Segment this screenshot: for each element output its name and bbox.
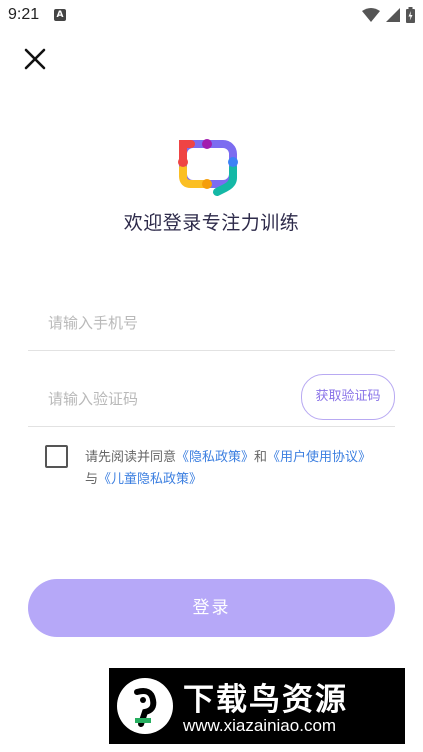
system-icons (362, 7, 415, 23)
status-time: 9:21 (8, 6, 40, 23)
wifi-icon (362, 8, 380, 22)
welcome-title: 欢迎登录专注力训练 (123, 212, 300, 234)
watermark: 下载鸟资源 www.xiazainiao.com (109, 668, 405, 744)
agreement-with: 与 (85, 472, 99, 487)
agreement-and: 和 (254, 450, 268, 465)
status-bar: 9:21 A (0, 0, 423, 30)
close-icon (24, 48, 46, 70)
signal-icon (386, 8, 400, 22)
app-logo (177, 138, 245, 202)
user-agreement-link[interactable]: 《用户使用协议》 (267, 450, 371, 465)
code-field: 获取验证码 (28, 374, 395, 427)
battery-icon (406, 7, 415, 23)
close-button[interactable] (22, 46, 48, 72)
agreement-text: 请先阅读并同意《隐私政策》和《用户使用协议》与《儿童隐私政策》 (85, 447, 405, 491)
notification-icon: A (54, 9, 66, 21)
watermark-url: www.xiazainiao.com (183, 716, 337, 735)
get-code-button[interactable]: 获取验证码 (301, 374, 395, 420)
login-button[interactable]: 登录 (28, 579, 395, 637)
watermark-logo (117, 678, 173, 734)
child-privacy-link[interactable]: 《儿童隐私政策》 (98, 472, 202, 487)
agreement-checkbox[interactable] (45, 445, 68, 468)
phone-input[interactable] (46, 313, 290, 333)
phone-field (28, 300, 395, 351)
code-input[interactable] (46, 389, 290, 409)
watermark-title: 下载鸟资源 (183, 682, 348, 718)
privacy-policy-link[interactable]: 《隐私政策》 (176, 450, 254, 465)
agreement-prefix: 请先阅读并同意 (85, 450, 177, 465)
